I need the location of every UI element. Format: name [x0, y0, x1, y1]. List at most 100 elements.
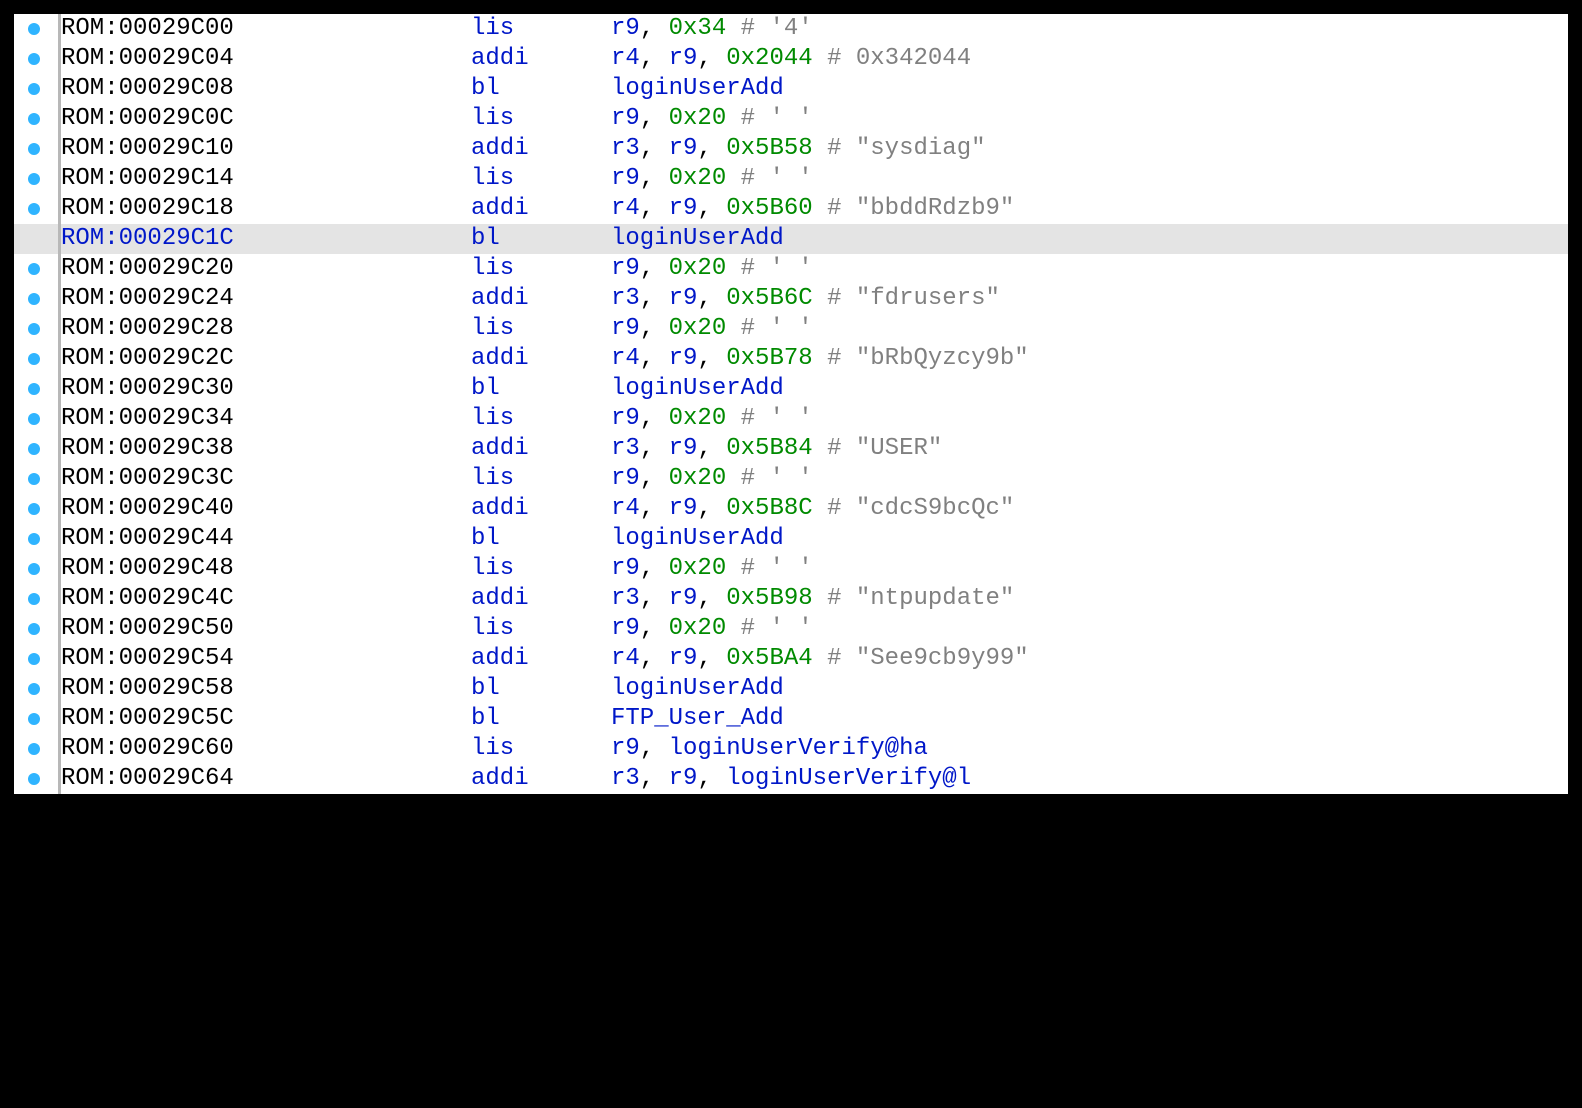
- address[interactable]: ROM:00029C40: [61, 494, 471, 524]
- gutter[interactable]: [14, 473, 58, 485]
- gutter[interactable]: [14, 443, 58, 455]
- mnemonic[interactable]: addi: [471, 494, 611, 524]
- address[interactable]: ROM:00029C5C: [61, 704, 471, 734]
- disassembly-panel[interactable]: ROM:00029C00lisr9, 0x34 # '4'ROM:00029C0…: [14, 14, 1568, 794]
- operands[interactable]: loginUserAdd: [611, 224, 784, 254]
- mnemonic[interactable]: addi: [471, 134, 611, 164]
- mnemonic[interactable]: lis: [471, 104, 611, 134]
- breakpoint-icon[interactable]: [28, 293, 40, 305]
- disasm-row[interactable]: ROM:00029C00lisr9, 0x34 # '4': [14, 14, 1568, 44]
- gutter[interactable]: [14, 563, 58, 575]
- disasm-row[interactable]: ROM:00029C38addir3, r9, 0x5B84 # "USER": [14, 434, 1568, 464]
- address[interactable]: ROM:00029C34: [61, 404, 471, 434]
- breakpoint-icon[interactable]: [28, 113, 40, 125]
- operands[interactable]: r4, r9, 0x5B8C # "cdcS9bcQc": [611, 494, 1014, 524]
- address[interactable]: ROM:00029C04: [61, 44, 471, 74]
- operands[interactable]: r9, 0x20 # ' ': [611, 554, 813, 584]
- breakpoint-icon[interactable]: [28, 593, 40, 605]
- gutter[interactable]: [14, 263, 58, 275]
- token-sym[interactable]: loginUserVerify: [669, 735, 885, 762]
- token-sym[interactable]: loginUserAdd: [611, 675, 784, 702]
- breakpoint-icon[interactable]: [28, 323, 40, 335]
- mnemonic[interactable]: lis: [471, 464, 611, 494]
- disasm-row[interactable]: ROM:00029C20lisr9, 0x20 # ' ': [14, 254, 1568, 284]
- breakpoint-icon[interactable]: [28, 773, 40, 785]
- operands[interactable]: r3, r9, 0x5B58 # "sysdiag": [611, 134, 986, 164]
- breakpoint-icon[interactable]: [28, 623, 40, 635]
- operands[interactable]: FTP_User_Add: [611, 704, 784, 734]
- address[interactable]: ROM:00029C50: [61, 614, 471, 644]
- disasm-row[interactable]: ROM:00029C48lisr9, 0x20 # ' ': [14, 554, 1568, 584]
- gutter[interactable]: [14, 173, 58, 185]
- disasm-row[interactable]: ROM:00029C18addir4, r9, 0x5B60 # "bbddRd…: [14, 194, 1568, 224]
- token-sym[interactable]: loginUserAdd: [611, 75, 784, 102]
- mnemonic[interactable]: lis: [471, 404, 611, 434]
- gutter[interactable]: [14, 713, 58, 725]
- gutter[interactable]: [14, 143, 58, 155]
- operands[interactable]: r9, 0x20 # ' ': [611, 614, 813, 644]
- gutter[interactable]: [14, 83, 58, 95]
- address[interactable]: ROM:00029C4C: [61, 584, 471, 614]
- address[interactable]: ROM:00029C2C: [61, 344, 471, 374]
- mnemonic[interactable]: addi: [471, 644, 611, 674]
- breakpoint-icon[interactable]: [28, 143, 40, 155]
- address[interactable]: ROM:00029C24: [61, 284, 471, 314]
- gutter[interactable]: [14, 353, 58, 365]
- gutter[interactable]: [14, 293, 58, 305]
- disasm-row[interactable]: ROM:00029C0Clisr9, 0x20 # ' ': [14, 104, 1568, 134]
- operands[interactable]: r9, 0x20 # ' ': [611, 314, 813, 344]
- breakpoint-icon[interactable]: [28, 683, 40, 695]
- mnemonic[interactable]: bl: [471, 704, 611, 734]
- gutter[interactable]: [14, 653, 58, 665]
- address[interactable]: ROM:00029C10: [61, 134, 471, 164]
- breakpoint-icon[interactable]: [28, 743, 40, 755]
- address[interactable]: ROM:00029C64: [61, 764, 471, 794]
- token-sym[interactable]: FTP_User_Add: [611, 705, 784, 732]
- breakpoint-icon[interactable]: [28, 203, 40, 215]
- disasm-row[interactable]: ROM:00029C4Caddir3, r9, 0x5B98 # "ntpupd…: [14, 584, 1568, 614]
- address[interactable]: ROM:00029C0C: [61, 104, 471, 134]
- disasm-row[interactable]: ROM:00029C64addir3, r9, loginUserVerify@…: [14, 764, 1568, 794]
- token-sym[interactable]: loginUserAdd: [611, 225, 784, 252]
- disasm-row[interactable]: ROM:00029C28lisr9, 0x20 # ' ': [14, 314, 1568, 344]
- operands[interactable]: loginUserAdd: [611, 74, 784, 104]
- operands[interactable]: r9, 0x20 # ' ': [611, 104, 813, 134]
- mnemonic[interactable]: addi: [471, 344, 611, 374]
- address[interactable]: ROM:00029C18: [61, 194, 471, 224]
- operands[interactable]: r9, 0x34 # '4': [611, 14, 813, 44]
- gutter[interactable]: [14, 23, 58, 35]
- mnemonic[interactable]: bl: [471, 674, 611, 704]
- mnemonic[interactable]: bl: [471, 74, 611, 104]
- mnemonic[interactable]: addi: [471, 764, 611, 794]
- address[interactable]: ROM:00029C00: [61, 14, 471, 44]
- mnemonic[interactable]: addi: [471, 434, 611, 464]
- disasm-row[interactable]: ROM:00029C2Caddir4, r9, 0x5B78 # "bRbQyz…: [14, 344, 1568, 374]
- gutter[interactable]: [14, 413, 58, 425]
- disasm-row[interactable]: ROM:00029C40addir4, r9, 0x5B8C # "cdcS9b…: [14, 494, 1568, 524]
- disasm-row[interactable]: ROM:00029C60lisr9, loginUserVerify@ha: [14, 734, 1568, 764]
- disasm-row[interactable]: ROM:00029C08blloginUserAdd: [14, 74, 1568, 104]
- operands[interactable]: loginUserAdd: [611, 524, 784, 554]
- operands[interactable]: r9, 0x20 # ' ': [611, 164, 813, 194]
- address[interactable]: ROM:00029C58: [61, 674, 471, 704]
- mnemonic[interactable]: addi: [471, 284, 611, 314]
- mnemonic[interactable]: lis: [471, 554, 611, 584]
- operands[interactable]: r4, r9, 0x5BA4 # "See9cb9y99": [611, 644, 1029, 674]
- address[interactable]: ROM:00029C38: [61, 434, 471, 464]
- disasm-row[interactable]: ROM:00029C10addir3, r9, 0x5B58 # "sysdia…: [14, 134, 1568, 164]
- disasm-row[interactable]: ROM:00029C30blloginUserAdd: [14, 374, 1568, 404]
- gutter[interactable]: [14, 533, 58, 545]
- breakpoint-icon[interactable]: [28, 713, 40, 725]
- breakpoint-icon[interactable]: [28, 653, 40, 665]
- mnemonic[interactable]: addi: [471, 194, 611, 224]
- address[interactable]: ROM:00029C44: [61, 524, 471, 554]
- address[interactable]: ROM:00029C08: [61, 74, 471, 104]
- breakpoint-icon[interactable]: [28, 83, 40, 95]
- gutter[interactable]: [14, 503, 58, 515]
- disasm-row[interactable]: ROM:00029C34lisr9, 0x20 # ' ': [14, 404, 1568, 434]
- operands[interactable]: loginUserAdd: [611, 374, 784, 404]
- mnemonic[interactable]: lis: [471, 614, 611, 644]
- operands[interactable]: r4, r9, 0x5B78 # "bRbQyzcy9b": [611, 344, 1029, 374]
- mnemonic[interactable]: lis: [471, 14, 611, 44]
- breakpoint-icon[interactable]: [28, 53, 40, 65]
